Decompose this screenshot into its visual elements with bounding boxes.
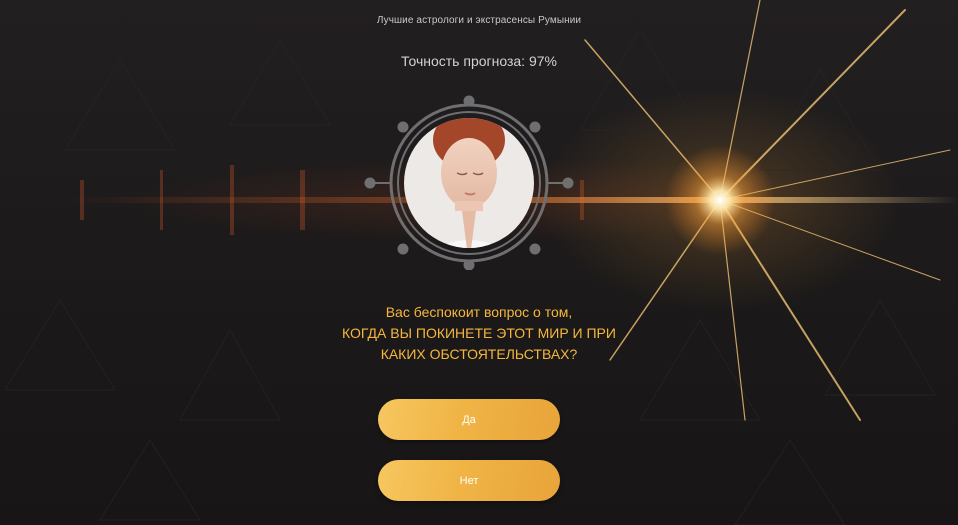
no-button[interactable]: Нет	[378, 460, 560, 501]
site-subtitle: Лучшие астрологи и экстрасенсы Румынии	[376, 15, 582, 26]
forecast-accuracy: Точность прогноза: 97%	[401, 53, 557, 69]
yes-button[interactable]: Да	[378, 399, 560, 440]
question-line-1: Вас беспокоит вопрос о том,	[385, 304, 573, 320]
question-line-2: КОГДА ВЫ ПОКИНЕТЕ ЭТОТ МИР И ПРИ	[342, 325, 616, 341]
question-line-3: КАКИХ ОБСТОЯТЕЛЬСТВАХ?	[380, 346, 578, 362]
emblem-portrait	[364, 95, 574, 270]
question-text: Вас беспокоит вопрос о том, КОГДА ВЫ ПОК…	[250, 302, 708, 365]
